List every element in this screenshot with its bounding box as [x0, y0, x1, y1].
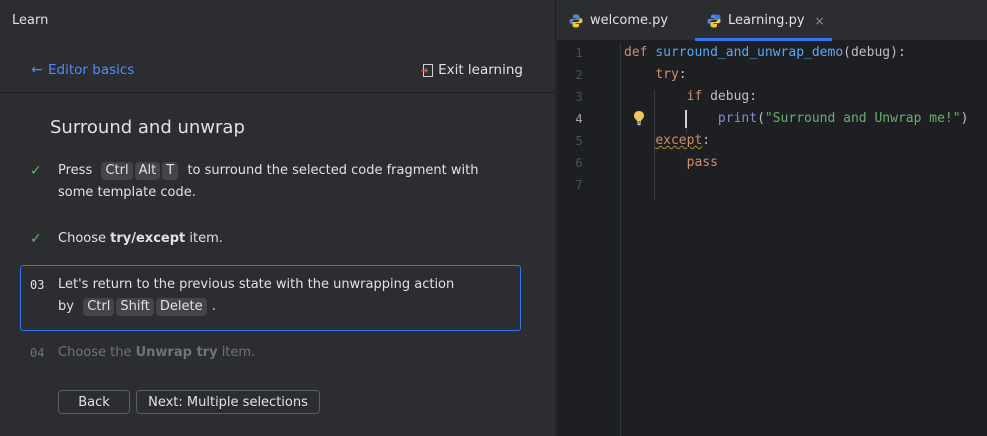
line-number-gutter: 1 2 3 4 5 6 7	[557, 42, 621, 436]
exit-learning-label: Exit learning	[438, 62, 523, 78]
keyword: pass	[686, 155, 718, 170]
panel-title: Learn	[12, 13, 49, 28]
back-button[interactable]: Back	[58, 390, 130, 414]
keyword: def	[624, 45, 648, 60]
back-to-module-link[interactable]: ← Editor basics	[31, 62, 134, 78]
step-3-text-pre: by	[58, 299, 74, 314]
exit-learning-link[interactable]: Exit learning	[421, 62, 523, 78]
exit-icon	[421, 63, 434, 77]
step-1: ✓ Press Ctrl Alt T to surround the selecte…	[30, 160, 520, 204]
step-3-text-line1: Let's return to the previous state with …	[58, 277, 455, 292]
line-number: 1	[575, 46, 583, 60]
code-line-3: if debug:	[624, 86, 757, 108]
python-file-icon	[569, 14, 583, 28]
step-number: 04	[30, 346, 45, 360]
line-number: 5	[575, 134, 583, 148]
code-editor: welcome.py Learning.py × 1 2 3 4 5 6 7 d…	[557, 0, 987, 436]
line-number: 7	[575, 178, 583, 192]
step-1-text-post: to surround the selected code fragment w…	[187, 163, 479, 178]
shortcut-key: Delete	[155, 298, 207, 316]
back-link-label: Editor basics	[48, 62, 135, 78]
line-number: 6	[575, 156, 583, 170]
step-4-text-pre: Choose the	[58, 345, 132, 360]
step-4-text: Choose the Unwrap try item.	[58, 342, 498, 364]
shortcut-key: T	[162, 162, 179, 180]
shortcut-key: Shift	[116, 298, 154, 316]
code-area[interactable]: def surround_and_unwrap_demo(debug): try…	[622, 42, 987, 436]
code-line-2: try:	[624, 64, 687, 86]
code-text: debug:	[702, 89, 758, 104]
step-1-text-line2: some template code.	[58, 185, 196, 200]
check-icon: ✓	[30, 231, 42, 247]
step-number: 03	[30, 278, 45, 292]
tab-label: Learning.py	[728, 13, 805, 28]
step-3-text: Let's return to the previous state with …	[58, 274, 498, 318]
code-line-6: pass	[624, 152, 718, 174]
step-2-text: Choose try/except item.	[58, 228, 498, 250]
keyword: if	[686, 89, 703, 104]
tab-learning-py[interactable]: Learning.py ×	[695, 0, 832, 41]
step-3-text-post: .	[211, 299, 216, 314]
keyword: try	[655, 67, 679, 82]
shortcut-key: Ctrl	[101, 162, 133, 180]
python-file-icon	[707, 14, 721, 28]
shortcut-key: Alt	[134, 162, 161, 180]
line-number: 3	[575, 90, 583, 104]
code-line-4: print("Surround and Unwrap me!")	[624, 108, 968, 130]
step-3: 03 Let's return to the previous state wi…	[30, 274, 520, 318]
step-4-text-post: item.	[221, 345, 256, 360]
code-text: (	[757, 111, 765, 126]
function-name: surround_and_unwrap_demo	[655, 45, 844, 60]
keyword: except	[655, 133, 703, 148]
code-text: )	[960, 111, 969, 126]
step-2-text-post: item.	[189, 231, 223, 246]
step-1-text-pre: Press	[58, 163, 93, 178]
check-icon: ✓	[30, 163, 42, 179]
step-4: 04 Choose the Unwrap try item.	[30, 342, 520, 364]
line-number: 4	[575, 112, 583, 126]
back-arrow-icon: ←	[31, 62, 43, 78]
lesson-title: Surround and unwrap	[50, 117, 245, 138]
tab-label: welcome.py	[590, 13, 669, 28]
close-icon[interactable]: ×	[815, 14, 825, 28]
next-lesson-button[interactable]: Next: Multiple selections	[136, 390, 320, 414]
editor-tabbar: welcome.py Learning.py ×	[557, 0, 987, 41]
shortcut-key: Ctrl	[83, 298, 115, 316]
string-literal: "Surround and Unwrap me!"	[764, 111, 961, 126]
code-text: (debug):	[843, 45, 906, 60]
learn-nav: ← Editor basics Exit learning	[0, 50, 555, 93]
code-line-5: except:	[624, 130, 710, 152]
code-text: :	[702, 133, 711, 148]
learn-panel: Learn ← Editor basics Exit learning Surr…	[0, 0, 556, 436]
step-1-text: Press Ctrl Alt T to surround the selected …	[58, 160, 498, 204]
line-number: 2	[575, 68, 583, 82]
builtin-function: print	[717, 111, 758, 126]
step-2-text-pre: Choose	[58, 231, 106, 246]
tab-welcome-py[interactable]: welcome.py	[569, 0, 687, 41]
step-4-bold: Unwrap try	[135, 345, 218, 360]
code-text: :	[678, 67, 687, 82]
step-2-bold: try/except	[110, 231, 186, 246]
code-line-1: def surround_and_unwrap_demo(debug):	[624, 42, 906, 64]
step-2: ✓ Choose try/except item.	[30, 228, 520, 250]
